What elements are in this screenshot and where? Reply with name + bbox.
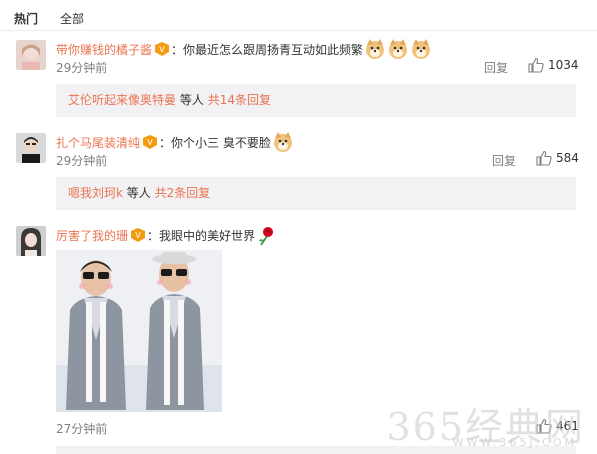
reply-button[interactable]: 回复 [484, 59, 508, 76]
comment-line: 厉害了我的珊 V ：我眼中的美好世界 [56, 224, 278, 246]
like-button[interactable]: 1034 [528, 57, 579, 73]
like-count: 584 [556, 151, 579, 165]
like-count: 1034 [548, 58, 579, 72]
comment-text: ：你个小三 臭不要脸 [159, 136, 271, 150]
username-link[interactable]: 厉害了我的珊 [56, 229, 128, 243]
timestamp: 29分钟前 [56, 61, 108, 75]
sub-reply-connector: 等人 [126, 186, 151, 200]
comment-text: ：我眼中的美好世界 [147, 229, 256, 243]
vip-badge-icon: V [131, 228, 146, 242]
avatar[interactable] [16, 133, 46, 163]
thumbs-up-icon [536, 150, 552, 166]
tab-divider [0, 30, 597, 31]
watermark-url: WWW.365J.COM [452, 436, 577, 449]
sub-reply-count-link[interactable]: 共2条回复 [155, 186, 211, 200]
comment-image[interactable] [56, 250, 222, 412]
sub-reply-users[interactable]: 嗯我刘珂k [68, 186, 123, 200]
reply-button[interactable]: 回复 [492, 152, 516, 169]
tab-bar: 热门 全部 [14, 10, 84, 27]
svg-text:V: V [135, 231, 141, 240]
username-link[interactable]: 扎个马尾装清纯 [56, 136, 140, 150]
tab-all[interactable]: 全部 [60, 10, 84, 27]
thumbs-up-icon [528, 57, 544, 73]
svg-text:V: V [147, 138, 153, 147]
sub-reply-users[interactable]: 艾伦听起来像奥特曼 [68, 93, 176, 107]
timestamp: 29分钟前 [56, 154, 108, 168]
doge-icon [363, 39, 386, 59]
sub-reply-connector: 等人 [179, 93, 204, 107]
username-link[interactable]: 带你赚钱的橘子酱 [56, 43, 152, 57]
rose-icon [255, 227, 278, 246]
comment-line: 扎个马尾装清纯 V ：你个小三 臭不要脸 [56, 131, 294, 153]
timestamp: 27分钟前 [56, 422, 108, 436]
avatar[interactable] [16, 226, 46, 256]
vip-badge-icon: V [143, 135, 158, 149]
comment-text: ：你最近怎么跟周扬青互动如此频繁 [171, 43, 364, 57]
avatar[interactable] [16, 40, 46, 70]
sub-reply-count-link[interactable]: 共14条回复 [208, 93, 271, 107]
svg-text:V: V [159, 45, 165, 54]
tab-hot[interactable]: 热门 [14, 10, 38, 27]
sub-replies-box[interactable]: 嗯我刘珂k 等人 共2条回复 [56, 177, 576, 210]
like-button[interactable]: 584 [536, 150, 579, 166]
vip-badge-icon: V [155, 42, 170, 56]
doge-icon [271, 132, 294, 152]
sub-replies-box[interactable]: 艾伦听起来像奥特曼 等人 共14条回复 [56, 84, 576, 117]
doge-icon [386, 39, 409, 59]
comment-line: 带你赚钱的橘子酱 V ：你最近怎么跟周扬青互动如此频繁 [56, 38, 432, 60]
doge-icon [409, 39, 432, 59]
